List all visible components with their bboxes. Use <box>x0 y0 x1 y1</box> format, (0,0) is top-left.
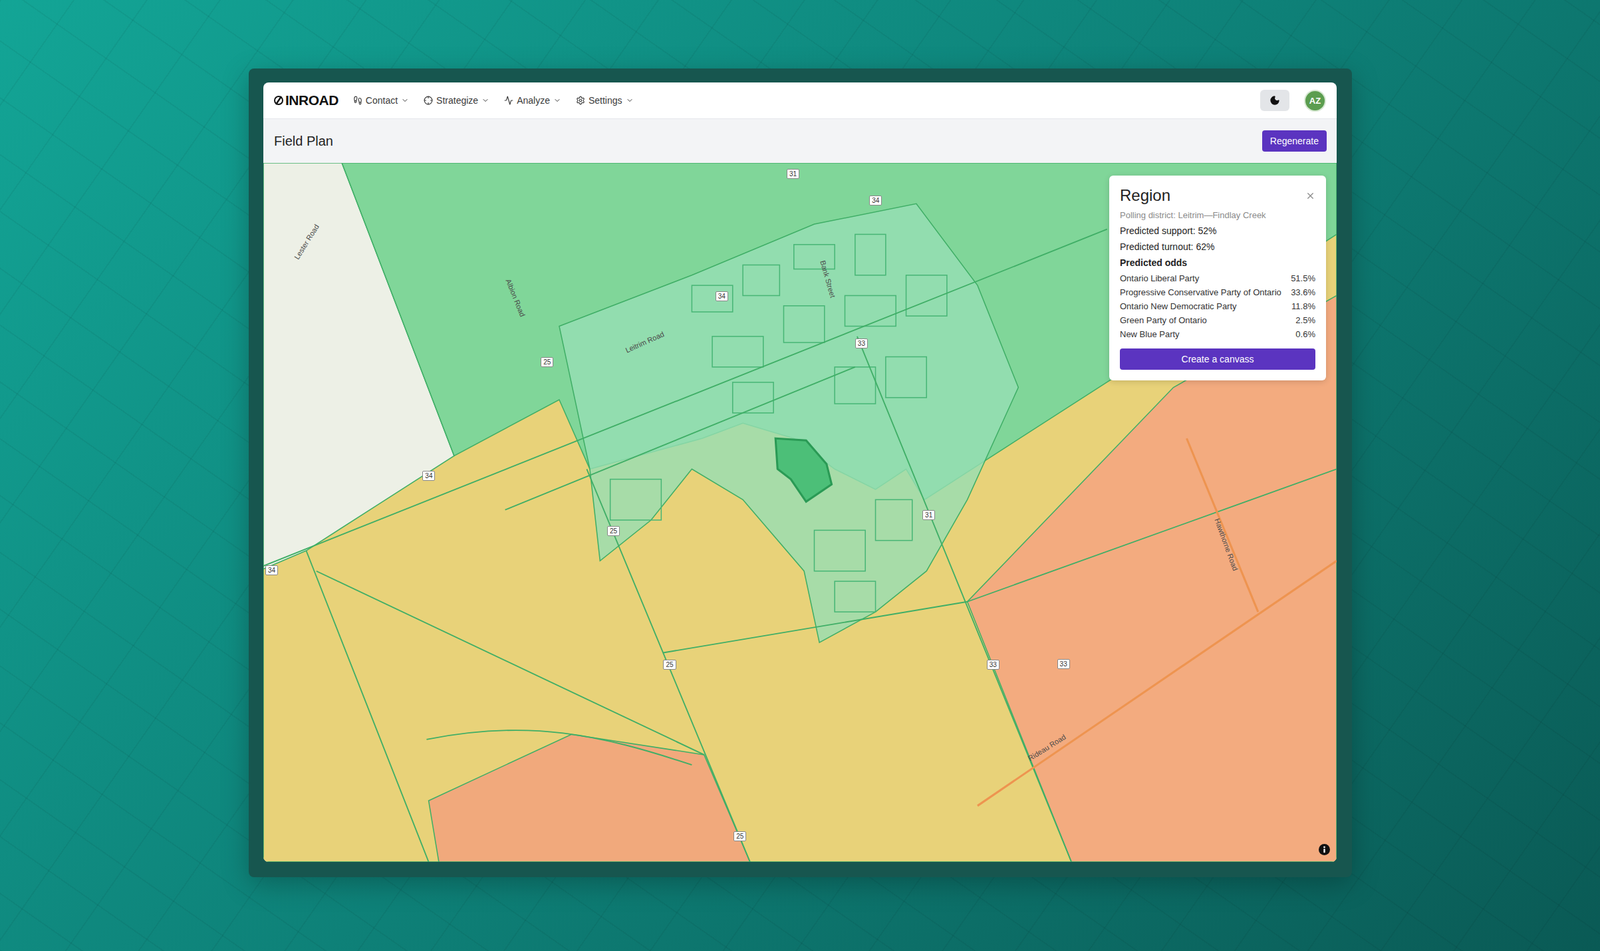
panel-title: Region <box>1119 186 1171 205</box>
road-marker: 34 <box>869 195 882 206</box>
page-background: INROAD Contact Strategize Analyze Settings AZ… <box>0 0 1600 951</box>
odds-row: Green Party of Ontario2.5% <box>1119 315 1316 326</box>
district-border <box>505 367 856 511</box>
odds-title: Predicted odds <box>1119 257 1316 268</box>
predicted-turnout: Predicted turnout: 62% <box>1119 241 1316 253</box>
major-road <box>977 560 1337 806</box>
polling-district: Polling district: Leitrim—Findlay Creek <box>1119 210 1316 221</box>
street-block <box>712 336 764 368</box>
region-panel: Region Polling district: Leitrim—Findlay … <box>1109 175 1327 381</box>
theme-toggle-button[interactable] <box>1260 89 1290 112</box>
district[interactable] <box>263 162 1337 862</box>
district-border <box>586 468 750 862</box>
road-marker: 31 <box>786 168 800 179</box>
street-block <box>855 234 886 275</box>
odds-row: Ontario Liberal Party51.5% <box>1119 273 1316 284</box>
odds-row: New Blue Party0.6% <box>1119 329 1316 340</box>
district[interactable] <box>775 438 832 502</box>
page-header: Field Plan Regenerate <box>263 119 1337 163</box>
street-block <box>691 285 733 312</box>
district-border <box>305 550 429 862</box>
road-marker: 33 <box>986 659 1000 670</box>
moon-icon <box>1269 95 1281 106</box>
chevron-down-icon <box>400 96 409 105</box>
road-marker: 34 <box>422 470 435 481</box>
chevron-down-icon <box>625 96 634 105</box>
nav-item-icon <box>353 95 363 106</box>
road-marker: 31 <box>922 510 935 521</box>
road-marker: 25 <box>607 526 620 536</box>
district-border <box>263 229 1108 566</box>
chevron-down-icon <box>553 96 562 105</box>
road-marker: 25 <box>540 357 554 368</box>
road-marker: 25 <box>733 831 747 842</box>
road-marker: 34 <box>715 291 729 302</box>
street-block <box>845 295 897 326</box>
nav-item[interactable]: Contact <box>353 95 409 106</box>
street-block <box>875 499 913 540</box>
street-block <box>813 530 866 571</box>
nav-item-icon <box>504 95 514 106</box>
district[interactable] <box>559 203 1019 643</box>
app-window: INROAD Contact Strategize Analyze Settings AZ… <box>263 82 1337 862</box>
nav-item[interactable]: Settings <box>575 95 634 106</box>
close-button[interactable] <box>1305 190 1316 201</box>
major-road <box>1186 438 1258 612</box>
district-border <box>426 730 692 765</box>
district-border <box>316 571 705 755</box>
window-frame: INROAD Contact Strategize Analyze Settings AZ… <box>248 68 1352 878</box>
page-title: Field Plan <box>273 133 334 149</box>
road-marker: 34 <box>265 565 278 576</box>
info-icon[interactable] <box>1318 843 1331 856</box>
district-border <box>663 601 967 654</box>
user-avatar[interactable]: AZ <box>1304 89 1327 112</box>
street-block <box>885 357 927 398</box>
district-border <box>857 336 1072 862</box>
logo[interactable]: INROAD <box>273 92 339 109</box>
predicted-support: Predicted support: 52% <box>1119 225 1316 237</box>
nav-item-icon <box>575 95 586 106</box>
close-icon <box>1305 190 1316 201</box>
odds-row: Ontario New Democratic Party11.8% <box>1119 301 1316 312</box>
street-block <box>834 581 876 612</box>
regenerate-button[interactable]: Regenerate <box>1262 130 1327 152</box>
chevron-down-icon <box>481 96 490 105</box>
nav-bar: INROAD Contact Strategize Analyze Settings AZ <box>263 82 1337 120</box>
odds-row: Progressive Conservative Party of Ontari… <box>1119 287 1316 298</box>
road-marker: 33 <box>1057 659 1070 669</box>
nav-item[interactable]: Strategize <box>423 95 490 106</box>
nav-item[interactable]: Analyze <box>504 95 562 106</box>
street-block <box>742 264 780 296</box>
district[interactable] <box>967 295 1337 862</box>
create-canvass-button[interactable]: Create a canvass <box>1119 348 1316 370</box>
nav-item-icon <box>423 95 433 106</box>
street-block <box>610 479 662 521</box>
street-block <box>794 244 835 270</box>
district-border <box>967 468 1337 602</box>
logo-icon <box>273 95 284 106</box>
map[interactable]: Lester RoadAlbion RoadLeitrim RoadBank S… <box>263 162 1337 862</box>
road-marker: 25 <box>663 659 676 670</box>
street-block <box>783 305 824 343</box>
road-marker: 33 <box>855 338 868 349</box>
odds-list: Ontario Liberal Party51.5% Progressive Co… <box>1119 273 1316 340</box>
